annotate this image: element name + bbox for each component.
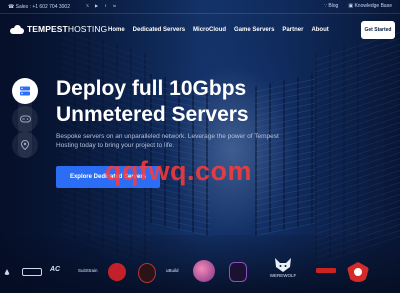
- location-pin-icon[interactable]: [12, 132, 38, 158]
- partner-logo-6[interactable]: [138, 263, 156, 283]
- social-links: 𝕏 ▶ f in: [85, 3, 117, 8]
- partner-logo-10-label: WEREWOLF: [269, 273, 297, 278]
- book-icon: ▣: [348, 3, 354, 9]
- partner-logo-12[interactable]: [347, 262, 369, 282]
- gamepad-icon[interactable]: [12, 106, 38, 132]
- nav-item-about[interactable]: About: [311, 27, 328, 33]
- cloud-icon: [10, 24, 24, 34]
- top-right-links: ∵ Blog ▣ Knowledge Base: [324, 3, 392, 9]
- nav-item-microcloud[interactable]: MicroCloud: [193, 27, 226, 33]
- brand-name-light: HOSTING: [67, 24, 108, 34]
- wolf-icon: [275, 258, 291, 272]
- blog-link[interactable]: ∵ Blog: [324, 3, 339, 9]
- watermark-text: qqfwq.com: [105, 156, 252, 186]
- twitter-icon[interactable]: 𝕏: [85, 3, 90, 8]
- facebook-icon[interactable]: f: [103, 3, 108, 8]
- youtube-icon[interactable]: ▶: [94, 3, 99, 8]
- sales-contact[interactable]: ☎ Sales : +1 602 704 3002: [8, 4, 70, 10]
- partner-logo-10[interactable]: WEREWOLF: [268, 258, 298, 282]
- partner-logo-9[interactable]: [229, 262, 247, 282]
- knowledge-base-label: Knowledge Base: [354, 3, 392, 9]
- top-bar: ☎ Sales : +1 602 704 3002 𝕏 ▶ f in ∵ Blo…: [0, 0, 400, 14]
- partner-logo-3[interactable]: AC: [50, 266, 60, 273]
- partner-logo-7[interactable]: uBuild: [166, 268, 179, 273]
- nav-item-home[interactable]: Home: [108, 27, 125, 33]
- brand-name-bold: TEMPEST: [27, 24, 68, 34]
- phone-icon: ☎: [8, 4, 15, 10]
- sales-label: Sales :: [15, 4, 31, 10]
- hero-title-line1: Deploy full 10Gbps: [56, 77, 247, 100]
- linkedin-icon[interactable]: in: [112, 3, 117, 8]
- partners-strip: AC SuitStrain uBuild WEREWOLF: [0, 258, 400, 288]
- hero-title: Deploy full 10Gbps Unmetered Servers: [56, 76, 356, 128]
- brand-logo[interactable]: TEMPESTHOSTING: [10, 24, 107, 34]
- nav-item-dedicated-servers[interactable]: Dedicated Servers: [133, 27, 185, 33]
- knowledge-base-link[interactable]: ▣ Knowledge Base: [348, 3, 392, 9]
- server-icon[interactable]: [12, 78, 38, 104]
- brand-name: TEMPESTHOSTING: [27, 24, 107, 34]
- hero-subtitle: Bespoke servers on an unparalleled netwo…: [56, 133, 279, 149]
- get-started-button[interactable]: Get Started: [361, 21, 395, 39]
- blog-label: Blog: [328, 3, 339, 9]
- top-bar-divider: [0, 13, 400, 14]
- nav-item-game-servers[interactable]: Game Servers: [234, 27, 274, 33]
- rss-icon: ∵: [323, 3, 327, 9]
- partner-logo-2[interactable]: [22, 268, 42, 276]
- main-nav: Home Dedicated Servers MicroCloud Game S…: [108, 27, 329, 33]
- nav-item-partner[interactable]: Partner: [282, 27, 303, 33]
- partner-logo-11[interactable]: [316, 268, 336, 273]
- hero-title-line2: Unmetered Servers: [56, 103, 249, 126]
- partner-logo-5[interactable]: [108, 263, 126, 281]
- partner-logo-1[interactable]: [4, 269, 10, 275]
- sales-phone: +1 602 704 3002: [32, 4, 70, 10]
- partner-logo-4[interactable]: SuitStrain: [78, 268, 98, 273]
- hero-side-switcher: [12, 78, 40, 158]
- partner-logo-8[interactable]: [193, 260, 215, 282]
